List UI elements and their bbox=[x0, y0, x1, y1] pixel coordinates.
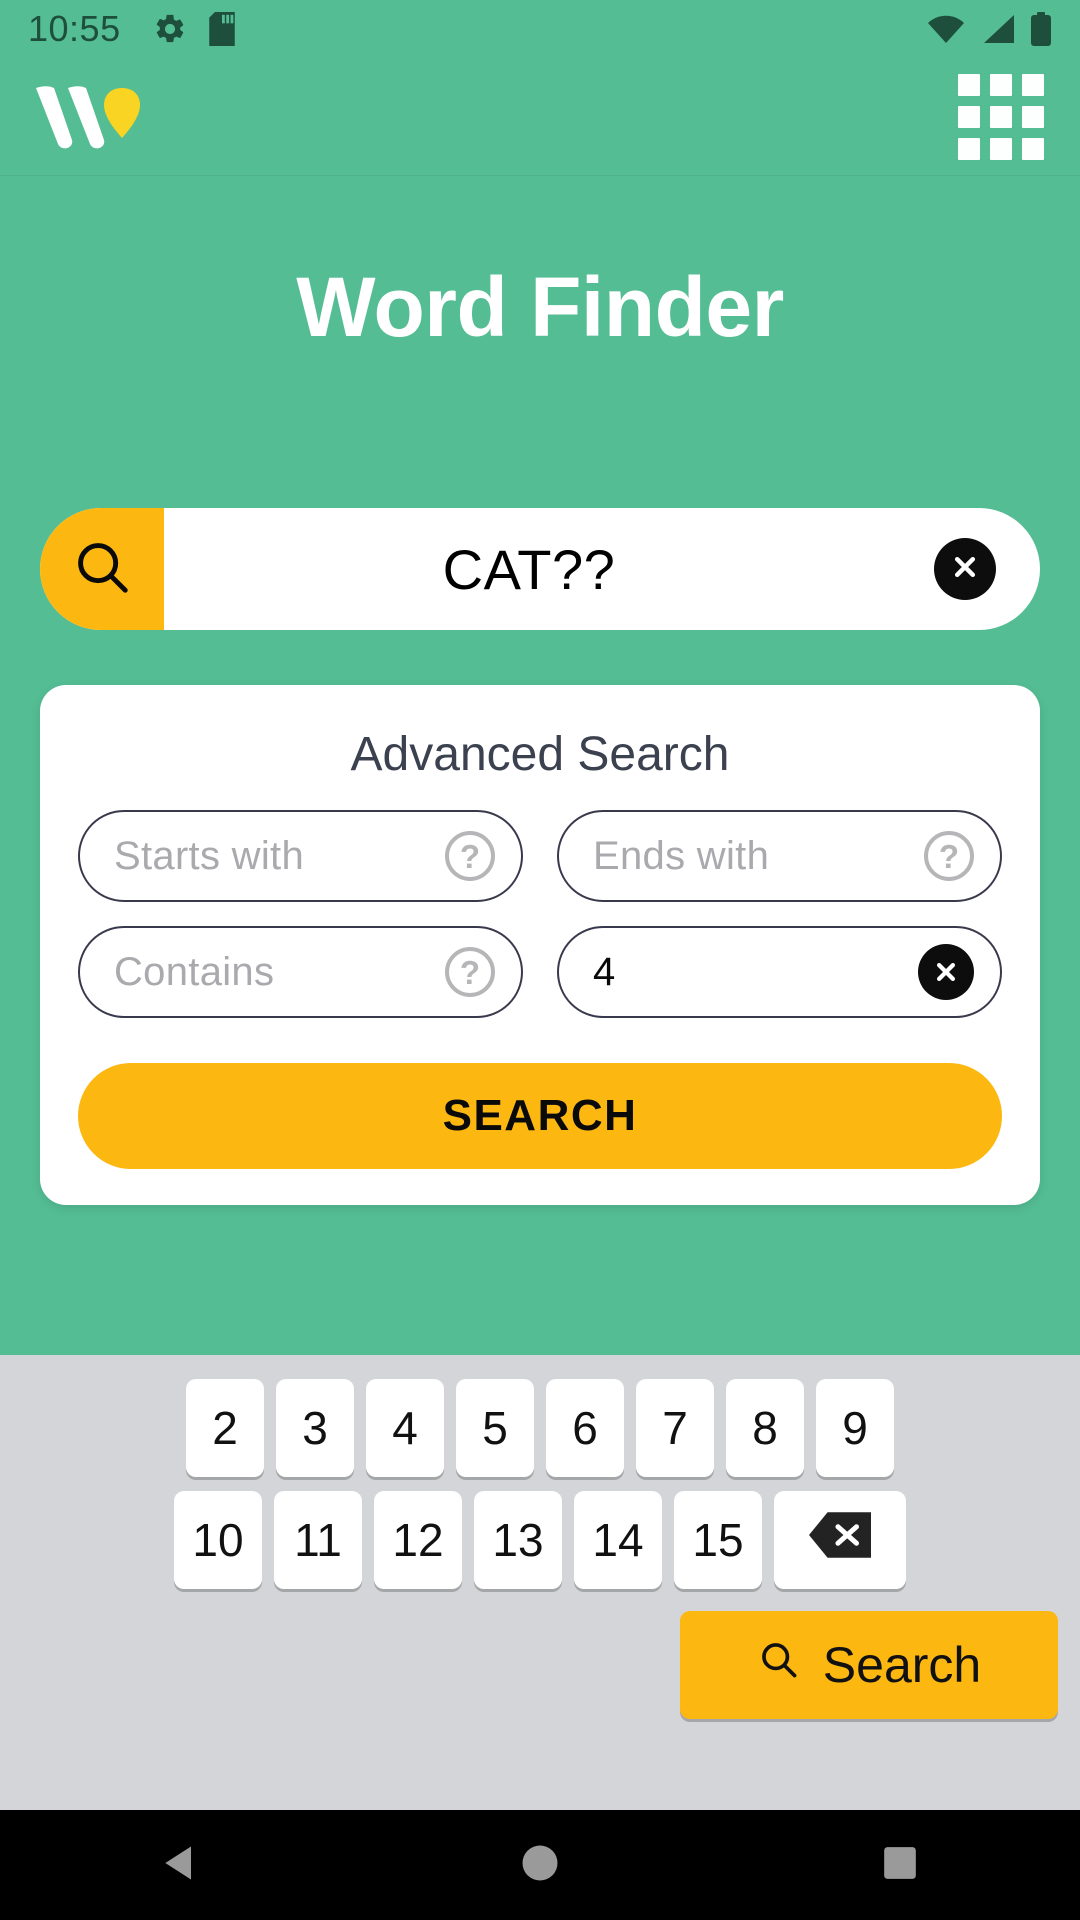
magnifier-icon bbox=[757, 1636, 801, 1694]
recents-square-icon bbox=[880, 1843, 920, 1888]
status-bar-left-icons bbox=[153, 12, 237, 46]
key-backspace[interactable] bbox=[774, 1491, 906, 1589]
help-icon[interactable]: ? bbox=[924, 831, 974, 881]
key-11[interactable]: 11 bbox=[274, 1491, 362, 1589]
keyboard-search-key[interactable]: Search bbox=[680, 1611, 1058, 1719]
key-9[interactable]: 9 bbox=[816, 1379, 894, 1477]
starts-with-field[interactable]: Starts with ? bbox=[78, 810, 523, 902]
key-4[interactable]: 4 bbox=[366, 1379, 444, 1477]
ends-with-field[interactable]: Ends with ? bbox=[557, 810, 1002, 902]
back-triangle-icon bbox=[158, 1841, 202, 1890]
magnifier-icon bbox=[71, 536, 133, 603]
status-bar-clock: 10:55 bbox=[28, 8, 121, 49]
apps-grid-icon[interactable] bbox=[954, 70, 1048, 164]
key-7[interactable]: 7 bbox=[636, 1379, 714, 1477]
search-submit-icon-button[interactable] bbox=[40, 508, 164, 630]
keyboard-search-key-label: Search bbox=[822, 1637, 982, 1693]
nav-recents-button[interactable] bbox=[720, 1843, 1080, 1888]
keyboard-action-row: Search bbox=[0, 1589, 1080, 1719]
home-circle-icon bbox=[519, 1842, 561, 1889]
keyboard-row-1: 2 3 4 5 6 7 8 9 bbox=[0, 1355, 1080, 1477]
phone-screen: 10:55 Word Finder CAT?? Advanced Search … bbox=[0, 0, 1080, 1920]
advanced-row-1: Starts with ? Ends with ? bbox=[78, 810, 1002, 902]
app-bar bbox=[0, 58, 1080, 176]
keyboard-row-2: 10 11 12 13 14 15 bbox=[0, 1477, 1080, 1589]
status-bar: 10:55 bbox=[0, 0, 1080, 58]
battery-icon bbox=[1030, 12, 1052, 46]
search-input[interactable]: CAT?? bbox=[164, 537, 934, 602]
contains-placeholder: Contains bbox=[114, 949, 275, 994]
nav-back-button[interactable] bbox=[0, 1841, 360, 1890]
key-5[interactable]: 5 bbox=[456, 1379, 534, 1477]
length-value[interactable]: 4 bbox=[593, 950, 918, 995]
key-10[interactable]: 10 bbox=[174, 1491, 262, 1589]
sd-card-icon bbox=[207, 12, 237, 46]
cellular-signal-icon bbox=[980, 13, 1016, 45]
wifi-icon bbox=[926, 13, 966, 45]
key-13[interactable]: 13 bbox=[474, 1491, 562, 1589]
key-12[interactable]: 12 bbox=[374, 1491, 462, 1589]
starts-with-placeholder: Starts with bbox=[114, 833, 305, 878]
help-icon[interactable]: ? bbox=[445, 831, 495, 881]
key-14[interactable]: 14 bbox=[574, 1491, 662, 1589]
key-3[interactable]: 3 bbox=[276, 1379, 354, 1477]
android-navigation-bar bbox=[0, 1810, 1080, 1920]
gear-icon bbox=[153, 12, 187, 46]
status-bar-right-icons bbox=[926, 12, 1052, 46]
key-15[interactable]: 15 bbox=[674, 1491, 762, 1589]
search-bar[interactable]: CAT?? bbox=[40, 508, 1040, 630]
contains-field[interactable]: Contains ? bbox=[78, 926, 523, 1018]
wordfinder-logo[interactable] bbox=[32, 82, 152, 152]
numeric-keyboard: 2 3 4 5 6 7 8 9 10 11 12 13 14 15 Search bbox=[0, 1355, 1080, 1810]
key-6[interactable]: 6 bbox=[546, 1379, 624, 1477]
main-content: Word Finder CAT?? Advanced Search Starts… bbox=[0, 177, 1080, 1355]
length-clear-button[interactable] bbox=[918, 944, 974, 1000]
key-2[interactable]: 2 bbox=[186, 1379, 264, 1477]
advanced-search-heading: Advanced Search bbox=[350, 728, 730, 781]
advanced-search-card: Advanced Search Starts with ? Ends with … bbox=[40, 685, 1040, 1205]
search-button[interactable]: SEARCH bbox=[78, 1063, 1002, 1169]
clear-circle-icon bbox=[948, 550, 982, 589]
search-clear-button[interactable] bbox=[934, 538, 996, 600]
page-title: Word Finder bbox=[296, 260, 784, 354]
ends-with-placeholder: Ends with bbox=[593, 833, 770, 878]
key-8[interactable]: 8 bbox=[726, 1379, 804, 1477]
advanced-row-2: Contains ? 4 bbox=[78, 926, 1002, 1018]
nav-home-button[interactable] bbox=[360, 1842, 720, 1889]
length-field[interactable]: 4 bbox=[557, 926, 1002, 1018]
help-icon[interactable]: ? bbox=[445, 947, 495, 997]
advanced-search-fields: Starts with ? Ends with ? Contains ? 4 bbox=[40, 782, 1040, 1018]
backspace-icon bbox=[809, 1511, 871, 1569]
